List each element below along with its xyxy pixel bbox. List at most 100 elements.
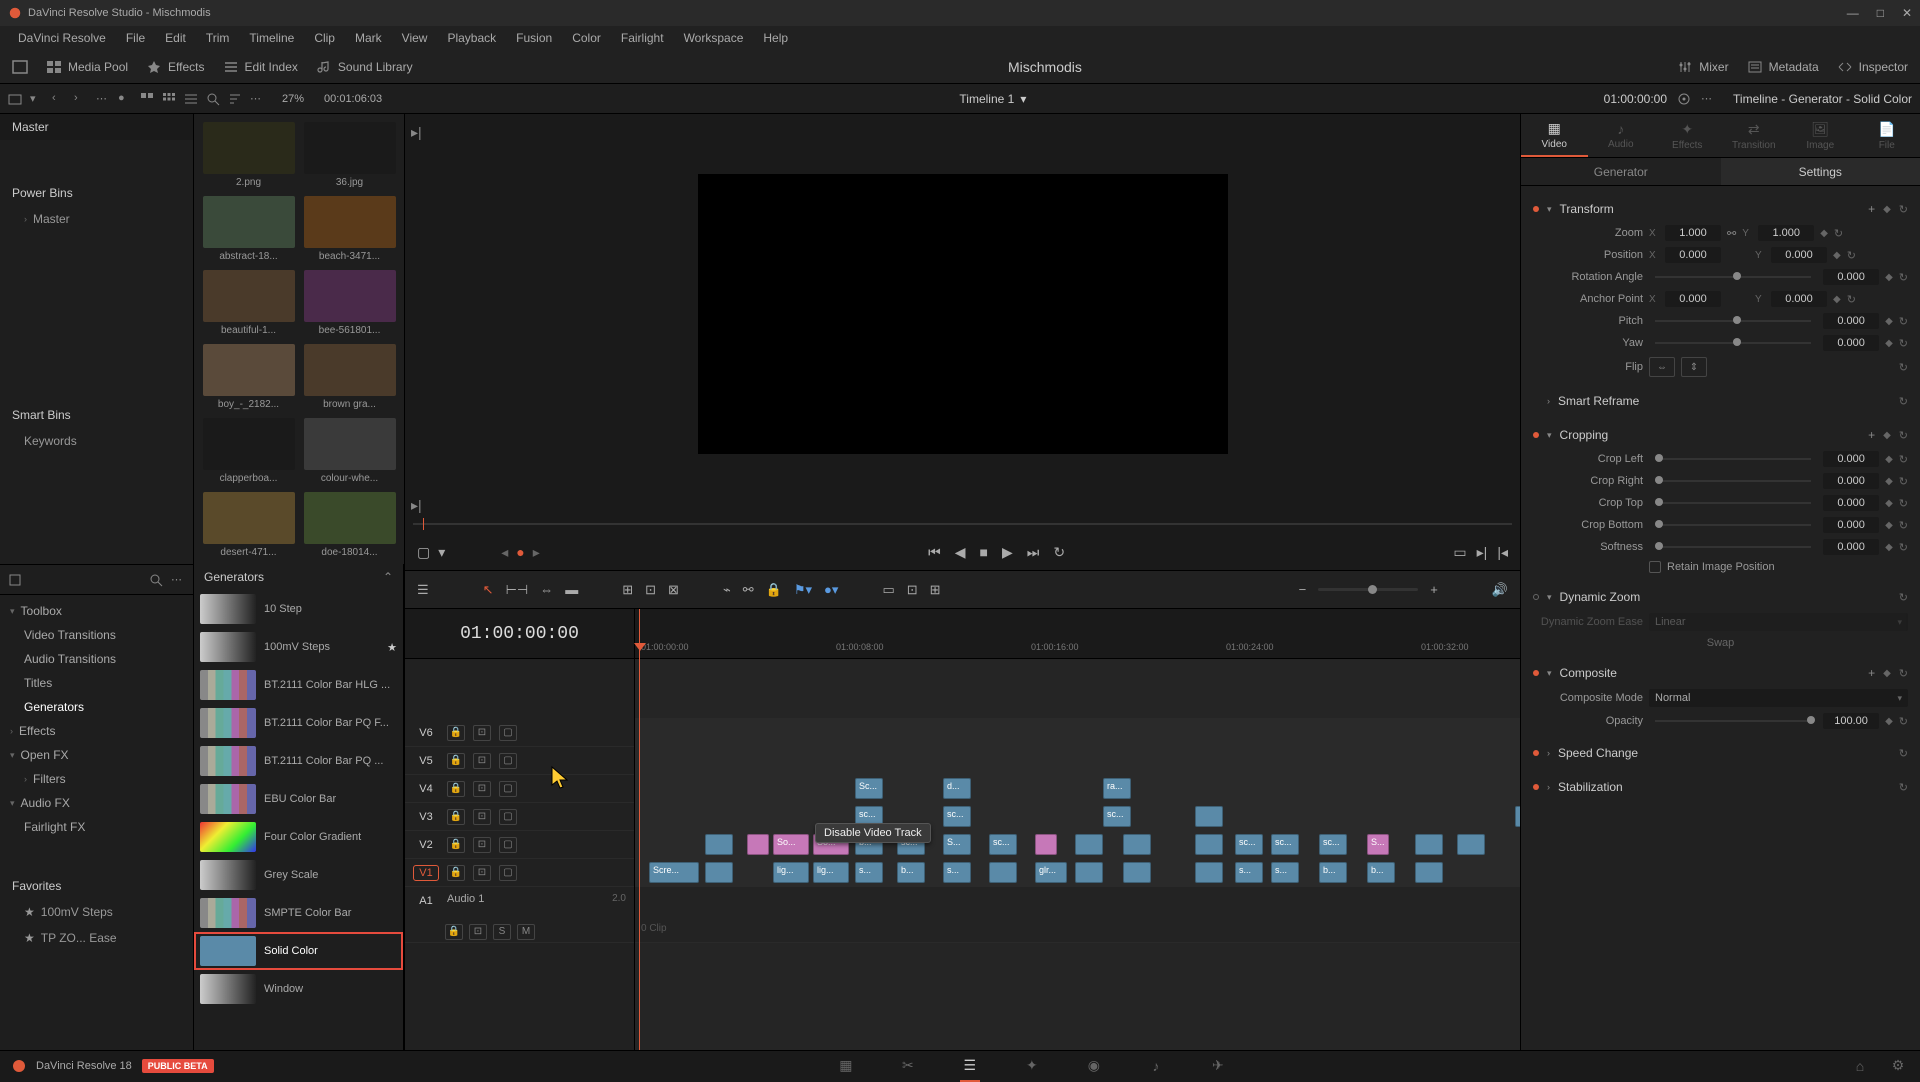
arm-icon[interactable]: ⊡ [469,924,487,940]
trim-tool-icon[interactable]: ⊢⊣ [506,582,529,598]
zoom-out-icon[interactable]: − [1299,582,1307,597]
page-media-icon[interactable]: ▦ [836,1056,856,1076]
keyframe-icon[interactable]: ◆ [1885,338,1893,349]
lock-icon[interactable]: 🔒 [447,781,465,797]
pos-y-input[interactable]: 0.000 [1771,247,1827,263]
audio-monitor-icon[interactable]: 🔊 [1492,582,1508,598]
menu-playback[interactable]: Playback [437,27,506,49]
timeline-clip[interactable] [705,834,733,855]
timeline-clip[interactable]: Sc... [855,778,883,799]
keyframe-icon[interactable]: ◆ [1883,430,1891,441]
media-thumb[interactable]: brown gra... [303,344,396,410]
play-reverse-icon[interactable]: ◀ [955,544,966,561]
generators-list-header[interactable]: Generators ⌃ [194,564,403,590]
smart-bin-keywords[interactable]: Keywords [0,428,193,454]
insert-clip-icon[interactable]: ⊞ [622,582,633,598]
menu-color[interactable]: Color [562,27,611,49]
media-thumb[interactable]: beach-3471... [303,196,396,262]
mute-button[interactable]: M [517,924,535,940]
page-edit-icon[interactable]: ☰ [960,1056,980,1076]
play-icon[interactable]: ▶ [1002,544,1013,561]
timeline-ruler[interactable]: 01:00:00:0001:00:08:0001:00:16:0001:00:2… [635,609,1520,659]
dynamic-trim-icon[interactable]: ⇔ [540,582,553,597]
track-label-a1[interactable]: A1 [413,893,439,909]
track-label[interactable]: V3 [413,809,439,825]
reset-icon[interactable]: ↻ [1834,227,1843,240]
viewer-canvas[interactable] [698,174,1228,454]
timeline-view-options-icon[interactable]: ☰ [417,582,429,598]
minimize-button[interactable]: — [1847,6,1859,20]
favorite-item-1[interactable]: ★100mV Steps [0,899,193,925]
retain-position-checkbox[interactable] [1649,561,1661,573]
reset-icon[interactable]: ↻ [1847,249,1856,262]
generator-item[interactable]: BT.2111 Color Bar HLG ... [194,666,403,704]
timeline-clip[interactable]: sc... [1103,806,1131,827]
reset-icon[interactable]: ↻ [1899,203,1908,216]
section-smart-reframe[interactable]: ›Smart Reframe↻ [1521,388,1920,414]
timeline-clip[interactable]: s... [1271,862,1299,883]
timeline-clip[interactable]: sc... [1319,834,1347,855]
loop-icon[interactable]: ↻ [1053,544,1065,561]
grid-view-icon[interactable] [162,92,176,106]
anchor-x-input[interactable]: 0.000 [1665,291,1721,307]
close-button[interactable]: ✕ [1902,6,1912,20]
viewer-scrubber[interactable] [413,514,1512,534]
track-head-v1[interactable]: V1🔒⊡▢ [405,859,634,887]
lock-icon[interactable]: 🔒 [447,725,465,741]
track-head-v2[interactable]: V2🔒⊡▢ [405,831,634,859]
timeline-clip[interactable] [1415,834,1443,855]
disable-track-icon[interactable]: ▢ [499,865,517,881]
pitch-input[interactable]: 0.000 [1823,313,1879,329]
reset-icon[interactable]: ↻ [1899,497,1908,510]
link-icon[interactable]: ⚯ [1727,227,1736,240]
keyframe-icon[interactable]: ◆ [1885,272,1893,283]
generator-item[interactable]: 100mV Steps★ [194,628,403,666]
power-bins-master[interactable]: ›Master [0,206,193,232]
timeline-clip[interactable]: lig... [813,862,849,883]
fx-video-transitions[interactable]: Video Transitions [0,623,193,647]
zoom-in-icon[interactable]: + [1430,582,1438,597]
reset-icon[interactable]: ↻ [1899,591,1908,604]
crop-top-slider[interactable] [1655,502,1811,504]
section-transform[interactable]: ▾Transform+◆↻ [1521,196,1920,222]
detail-zoom-icon[interactable]: ⊡ [907,582,918,598]
reset-icon[interactable]: ↻ [1899,781,1908,794]
menu-mark[interactable]: Mark [345,27,392,49]
media-thumb[interactable]: abstract-18... [202,196,295,262]
timeline-clip[interactable]: s... [855,862,883,883]
track-label[interactable]: V5 [413,753,439,769]
keyframe-icon[interactable]: ◆ [1885,476,1893,487]
pos-x-input[interactable]: 0.000 [1665,247,1721,263]
track-v2[interactable]: So...So...b...sc...S...sc...sc...sc...sc… [635,831,1520,859]
timeline-name-dropdown[interactable]: Timeline 1 ▾ [959,92,1026,106]
generator-item[interactable]: BT.2111 Color Bar PQ ... [194,742,403,780]
opacity-slider[interactable] [1655,720,1811,722]
page-color-icon[interactable]: ◉ [1084,1056,1104,1076]
lock-icon[interactable]: 🔒 [447,809,465,825]
add-keyframe-icon[interactable]: + [1868,428,1875,442]
timeline-clip[interactable]: S... [1367,834,1389,855]
flag-icon[interactable]: ⚑▾ [794,582,812,598]
media-thumb[interactable]: boy_-_2182... [202,344,295,410]
timeline-clip[interactable] [1515,806,1520,827]
timeline-clip[interactable]: d... [943,778,971,799]
keyframe-icon[interactable]: ◆ [1885,542,1893,553]
fx-filters[interactable]: ›Filters [0,767,193,791]
lock-icon[interactable]: 🔒 [447,753,465,769]
timeline-clip[interactable] [1195,806,1223,827]
menu-fusion[interactable]: Fusion [506,27,562,49]
inspector-toggle[interactable]: Inspector [1837,60,1908,74]
lock-icon[interactable]: 🔒 [445,924,463,940]
reset-icon[interactable]: ↻ [1899,519,1908,532]
fx-generators[interactable]: Generators [0,695,193,719]
transform-overlay-icon[interactable]: ▢ [417,544,430,561]
menu-help[interactable]: Help [753,27,798,49]
view-zoom-icon[interactable]: ▭ [882,582,894,598]
selection-tool-icon[interactable]: ↖ [483,582,494,598]
timeline-zoom-slider[interactable] [1318,588,1418,591]
media-thumb[interactable]: bee-561801... [303,270,396,336]
timeline-clip[interactable] [1195,834,1223,855]
track-head-v3[interactable]: V3🔒⊡▢ [405,803,634,831]
section-stabilization[interactable]: ›Stabilization↻ [1521,774,1920,800]
add-keyframe-icon[interactable]: + [1868,666,1875,680]
